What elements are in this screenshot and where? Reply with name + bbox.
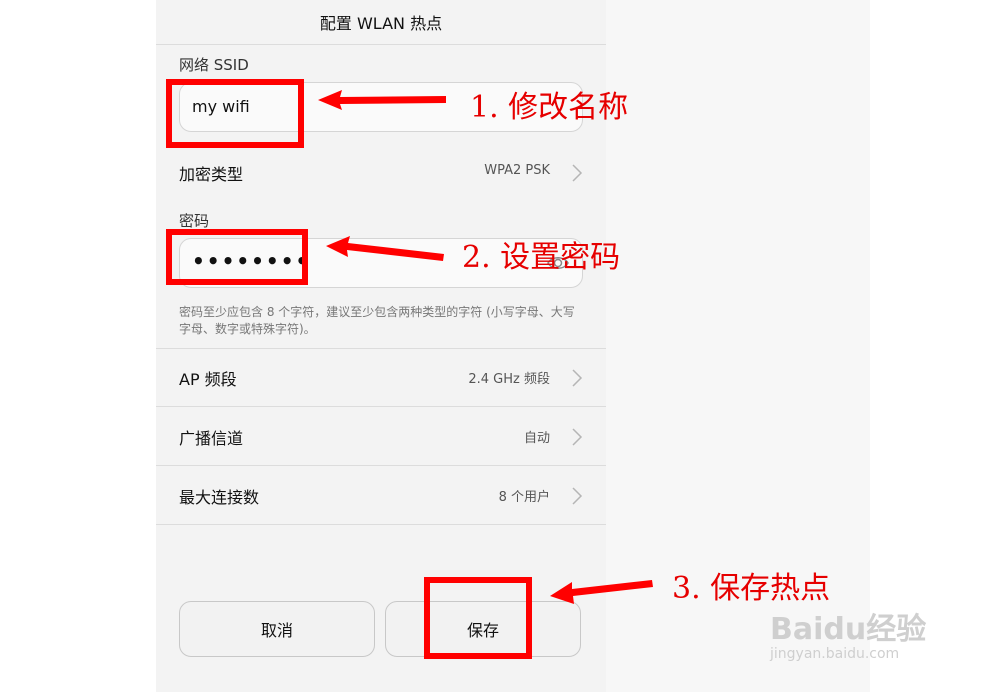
annotation-box-save bbox=[424, 577, 532, 659]
annotation-arrow-1 bbox=[318, 90, 446, 110]
ap-band-row[interactable]: AP 频段 2.4 GHz 频段 bbox=[156, 349, 606, 407]
password-hint: 密码至少应包含 8 个字符，建议至少包含两种类型的字符 (小写字母、大写字母、数… bbox=[179, 305, 575, 336]
encryption-type-value: WPA2 PSK bbox=[484, 163, 550, 178]
broadcast-channel-label: 广播信道 bbox=[179, 429, 244, 448]
baidu-watermark-url: jingyan.baidu.com bbox=[770, 646, 900, 662]
annotation-step3: 3. 保存热点 bbox=[672, 571, 831, 606]
broadcast-channel-value: 自动 bbox=[523, 431, 550, 446]
chevron-right-icon bbox=[572, 164, 583, 182]
max-connections-value: 8 个用户 bbox=[498, 490, 550, 505]
chevron-right-icon bbox=[572, 487, 583, 505]
annotation-arrow-3 bbox=[550, 580, 653, 604]
broadcast-channel-row[interactable]: 广播信道 自动 bbox=[156, 408, 606, 466]
ssid-label: 网络 SSID bbox=[179, 56, 249, 74]
annotation-step1: 1. 修改名称 bbox=[470, 90, 629, 125]
max-connections-label: 最大连接数 bbox=[179, 488, 260, 507]
ap-band-value: 2.4 GHz 频段 bbox=[468, 372, 550, 387]
annotation-step2: 2. 设置密码 bbox=[462, 240, 621, 275]
ap-band-label: AP 频段 bbox=[179, 370, 237, 389]
annotation-arrow-2 bbox=[326, 236, 444, 261]
chevron-right-icon bbox=[572, 428, 583, 446]
cancel-button[interactable]: 取消 bbox=[179, 601, 375, 657]
annotation-box-password bbox=[166, 229, 308, 285]
baidu-watermark: Baidu经验 bbox=[770, 612, 927, 647]
encryption-type-row[interactable]: 加密类型 WPA2 PSK bbox=[156, 144, 606, 202]
encryption-type-label: 加密类型 bbox=[179, 165, 244, 184]
annotation-box-ssid bbox=[166, 79, 304, 148]
chevron-right-icon bbox=[572, 369, 583, 387]
max-connections-row[interactable]: 最大连接数 8 个用户 bbox=[156, 467, 606, 525]
password-label: 密码 bbox=[179, 212, 210, 230]
page-title: 配置 WLAN 热点 bbox=[156, 0, 606, 45]
